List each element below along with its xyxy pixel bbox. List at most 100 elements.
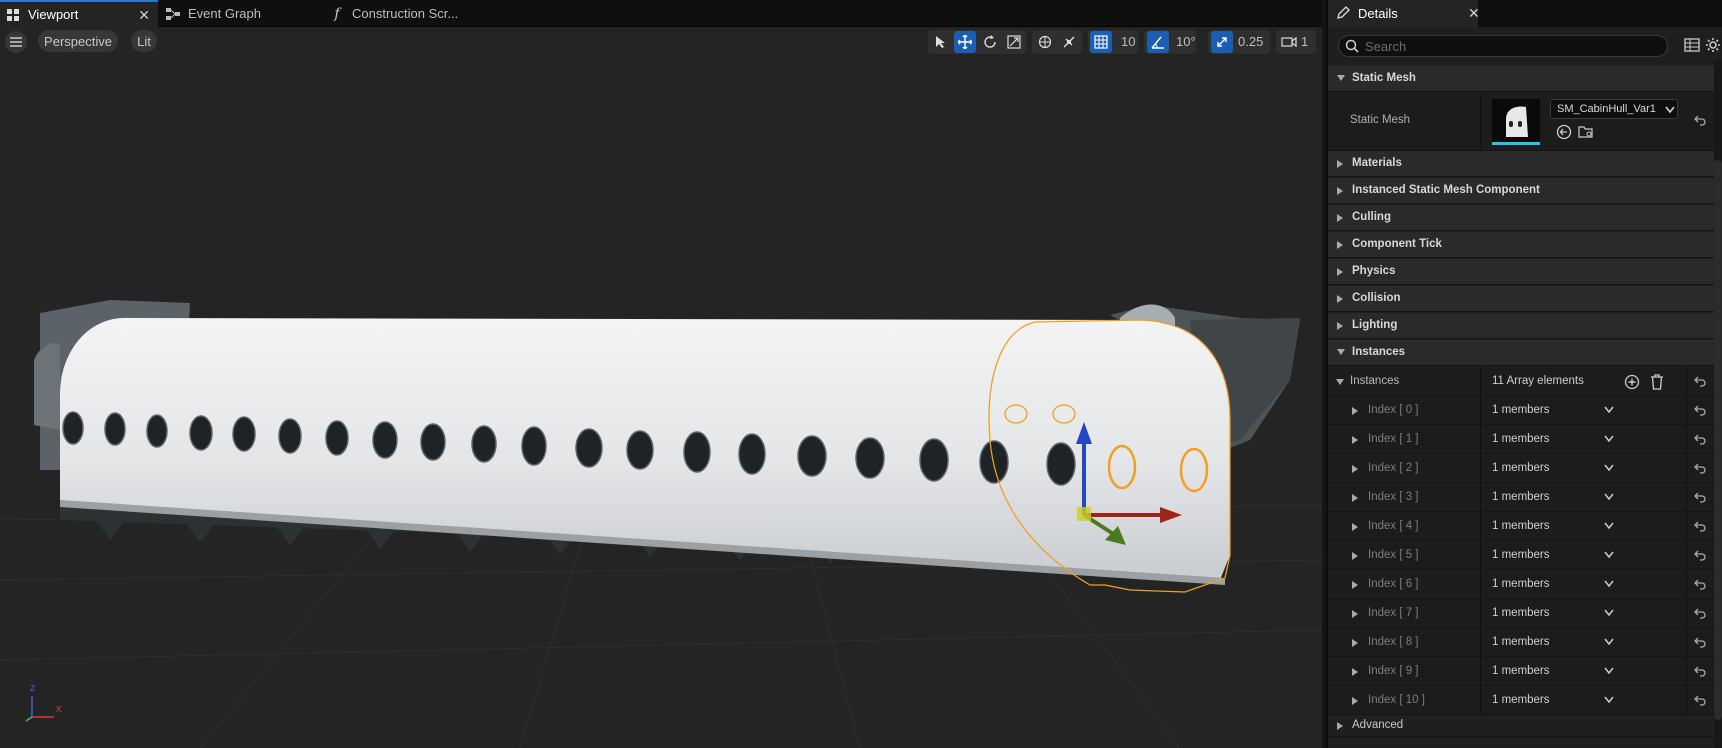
chevron-down-icon[interactable] (1604, 406, 1614, 414)
rotate-tool-button[interactable] (979, 31, 1001, 53)
category-physics[interactable]: Physics (1328, 259, 1714, 285)
category-label: Physics (1352, 265, 1396, 277)
category-instanced-static-mesh-component[interactable]: Instanced Static Mesh Component (1328, 178, 1714, 204)
world-space-button[interactable] (1034, 31, 1056, 53)
reset-arrow-icon[interactable] (1694, 694, 1706, 709)
instance-index-row-2[interactable]: Index [ 2 ] 1 members (1328, 454, 1714, 483)
view-mode-button[interactable]: Perspective (38, 30, 118, 52)
level-viewport[interactable]: Perspective Lit 10 10° 0.25 1 z x (0, 27, 1322, 748)
reset-arrow-icon[interactable] (1694, 462, 1706, 477)
chevron-down-icon[interactable] (1604, 696, 1614, 704)
column-divider (1480, 454, 1481, 482)
close-icon[interactable]: ✕ (138, 7, 150, 24)
lighting-mode-button[interactable]: Lit (131, 30, 157, 52)
chevron-right-icon[interactable] (1351, 406, 1359, 416)
instance-index-row-1[interactable]: Index [ 1 ] 1 members (1328, 425, 1714, 454)
chevron-down-icon[interactable] (1604, 638, 1614, 646)
pencil-icon (1336, 6, 1350, 23)
chevron-down-icon[interactable] (1604, 493, 1614, 501)
camera-icon (1281, 36, 1297, 48)
chevron-right-icon[interactable] (1351, 580, 1359, 590)
reset-arrow-icon[interactable] (1694, 665, 1706, 680)
chevron-right-icon[interactable] (1351, 435, 1359, 445)
instance-index-row-6[interactable]: Index [ 6 ] 1 members (1328, 570, 1714, 599)
close-icon[interactable]: ✕ (1468, 5, 1480, 22)
tab-event-graph[interactable]: Event Graph (166, 0, 316, 27)
chevron-down-icon[interactable] (1604, 464, 1614, 472)
reset-arrow-icon[interactable] (1694, 520, 1706, 535)
reset-arrow-icon[interactable] (1694, 491, 1706, 506)
chevron-down-icon[interactable] (1604, 551, 1614, 559)
chevron-down-icon[interactable] (1604, 580, 1614, 588)
static-mesh-select-dropdown[interactable]: SM_CabinHull_Var1 (1550, 99, 1678, 119)
add-element-icon[interactable] (1624, 374, 1640, 393)
instance-index-row-10[interactable]: Index [ 10 ] 1 members (1328, 686, 1714, 715)
category-component-tick[interactable]: Component Tick (1328, 232, 1714, 258)
category-lighting[interactable]: Lighting (1328, 313, 1714, 339)
reset-arrow-icon[interactable] (1694, 375, 1706, 390)
chevron-right-icon[interactable] (1351, 493, 1359, 503)
category-static-mesh[interactable]: Static Mesh (1328, 66, 1714, 92)
tab-details[interactable]: Details ✕ (1328, 0, 1480, 27)
viewport-menu-button[interactable] (5, 31, 27, 53)
instance-index-row-3[interactable]: Index [ 3 ] 1 members (1328, 483, 1714, 512)
surface-snap-button[interactable] (1058, 31, 1080, 53)
reset-arrow-icon[interactable] (1694, 636, 1706, 651)
category-instances[interactable]: Instances (1328, 340, 1714, 366)
rotation-snap-toggle[interactable] (1147, 31, 1169, 53)
instance-index-row-9[interactable]: Index [ 9 ] 1 members (1328, 657, 1714, 686)
category-materials[interactable]: Materials (1328, 151, 1714, 177)
chevron-right-icon[interactable] (1351, 551, 1359, 561)
reset-arrow-icon[interactable] (1694, 114, 1706, 129)
tab-construction-script[interactable]: f Construction Scr... (330, 0, 490, 27)
chevron-down-icon[interactable] (1604, 522, 1614, 530)
chevron-right-icon[interactable] (1351, 464, 1359, 474)
gear-icon[interactable] (1705, 37, 1721, 53)
chevron-down-icon[interactable] (1604, 609, 1614, 617)
chevron-right-icon[interactable] (1351, 696, 1359, 706)
scale-snap-value[interactable]: 0.25 (1238, 34, 1263, 49)
static-mesh-thumbnail[interactable] (1492, 99, 1540, 145)
reset-arrow-icon[interactable] (1694, 404, 1706, 419)
details-scrollbar[interactable] (1714, 160, 1722, 720)
chevron-right-icon[interactable] (1351, 638, 1359, 648)
translate-tool-button[interactable] (954, 31, 976, 53)
chevron-down-icon[interactable] (1604, 667, 1614, 675)
chevron-down-icon[interactable] (1604, 435, 1614, 443)
column-divider (1686, 599, 1687, 627)
trash-icon[interactable] (1650, 374, 1664, 393)
reset-arrow-icon[interactable] (1694, 578, 1706, 593)
scale-tool-button[interactable] (1003, 31, 1025, 53)
scale-snap-toggle[interactable] (1211, 31, 1233, 53)
camera-speed-value[interactable]: 1 (1301, 34, 1308, 49)
advanced-row[interactable]: Advanced (1328, 715, 1714, 737)
category-culling[interactable]: Culling (1328, 205, 1714, 231)
reset-arrow-icon[interactable] (1694, 433, 1706, 448)
chevron-down-icon[interactable] (1335, 378, 1345, 386)
cursor-arrow-icon (936, 36, 945, 48)
instance-index-row-7[interactable]: Index [ 7 ] 1 members (1328, 599, 1714, 628)
grid-snap-toggle[interactable] (1090, 31, 1112, 53)
reset-arrow-icon[interactable] (1694, 549, 1706, 564)
instance-index-row-5[interactable]: Index [ 5 ] 1 members (1328, 541, 1714, 570)
camera-speed-button[interactable] (1278, 31, 1300, 53)
chevron-right-icon[interactable] (1351, 609, 1359, 619)
chevron-right-icon[interactable] (1351, 667, 1359, 677)
rotation-snap-value[interactable]: 10° (1176, 34, 1196, 49)
index-label: Index [ 3 ] (1368, 491, 1419, 503)
viewport-scene[interactable] (0, 27, 1322, 748)
browse-asset-icon[interactable] (1578, 124, 1594, 143)
index-label: Index [ 9 ] (1368, 665, 1419, 677)
details-search-input[interactable]: Search (1338, 35, 1668, 57)
instance-index-row-8[interactable]: Index [ 8 ] 1 members (1328, 628, 1714, 657)
chevron-right-icon[interactable] (1351, 522, 1359, 532)
use-selected-asset-icon[interactable] (1556, 124, 1572, 143)
instance-index-row-4[interactable]: Index [ 4 ] 1 members (1328, 512, 1714, 541)
reset-arrow-icon[interactable] (1694, 607, 1706, 622)
grid-snap-value[interactable]: 10 (1121, 34, 1135, 49)
tab-viewport[interactable]: Viewport ✕ (0, 0, 158, 27)
table-view-icon[interactable] (1684, 37, 1700, 53)
category-collision[interactable]: Collision (1328, 286, 1714, 312)
instance-index-row-0[interactable]: Index [ 0 ] 1 members (1328, 396, 1714, 425)
select-tool-button[interactable] (930, 31, 952, 53)
